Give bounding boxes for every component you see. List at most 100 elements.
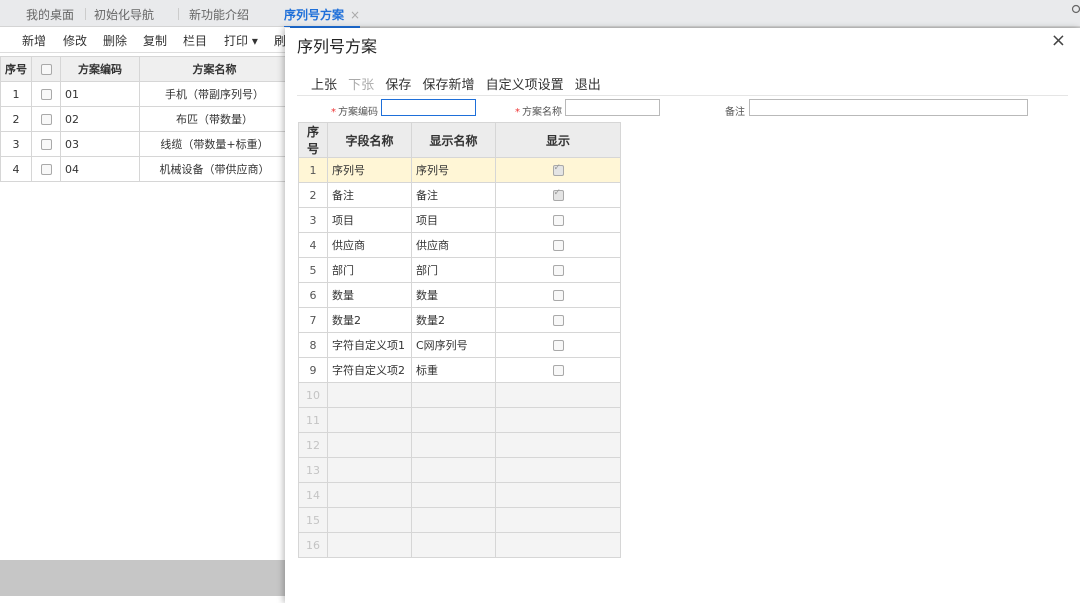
table-row[interactable]: 1 序列号 序列号 [298, 157, 621, 183]
scheme-name-input[interactable] [565, 99, 660, 116]
prev-record-button[interactable]: 上张 [311, 78, 337, 93]
row-display-name[interactable]: 项目 [411, 207, 496, 233]
custom-fields-button[interactable]: 自定义项设置 [486, 78, 564, 93]
row-field-name[interactable]: 项目 [327, 207, 412, 233]
row-checkbox[interactable] [40, 164, 52, 175]
delete-button[interactable]: 删除 [103, 32, 127, 49]
row-display-name[interactable]: 标重 [411, 357, 496, 383]
row-display-name[interactable] [411, 382, 496, 408]
row-show[interactable] [495, 457, 621, 483]
empty-row[interactable]: 14 [298, 482, 621, 508]
tab-init-nav[interactable]: 初始化导航 [94, 6, 154, 23]
row-field-name[interactable]: 数量 [327, 282, 412, 308]
row-show[interactable] [495, 507, 621, 533]
add-button[interactable]: 新增 [22, 32, 46, 49]
table-row[interactable]: 2 备注 备注 [298, 182, 621, 208]
row-display-name[interactable]: C网序列号 [411, 332, 496, 358]
table-row[interactable]: 3 项目 项目 [298, 207, 621, 233]
row-field-name[interactable]: 序列号 [327, 157, 412, 183]
show-checkbox[interactable] [552, 365, 564, 376]
close-tab-icon[interactable]: × [350, 8, 360, 22]
columns-button[interactable]: 栏目 [183, 32, 207, 49]
table-row[interactable]: 1 01 手机（带副序列号） [0, 81, 290, 107]
search-icon[interactable] [1070, 4, 1080, 19]
empty-row[interactable]: 11 [298, 407, 621, 433]
row-field-name[interactable]: 备注 [327, 182, 412, 208]
row-display-name[interactable]: 部门 [411, 257, 496, 283]
row-code: 02 [60, 106, 140, 132]
table-row[interactable]: 4 04 机械设备（带供应商） [0, 156, 290, 182]
row-field-name[interactable] [327, 532, 412, 558]
row-show[interactable] [495, 382, 621, 408]
row-checkbox[interactable] [40, 89, 52, 100]
row-display-name[interactable]: 数量2 [411, 307, 496, 333]
tab-serial-scheme[interactable]: 序列号方案 × [284, 6, 361, 28]
save-button[interactable]: 保存 [385, 78, 411, 93]
row-display-name[interactable] [411, 482, 496, 508]
row-field-name[interactable] [327, 432, 412, 458]
scheme-code-input[interactable] [381, 99, 476, 116]
row-show[interactable] [495, 532, 621, 558]
row-field-name[interactable]: 字符自定义项2 [327, 357, 412, 383]
col-header-code[interactable]: 方案编码 [60, 56, 140, 82]
note-input[interactable] [749, 99, 1028, 116]
edit-button[interactable]: 修改 [63, 32, 87, 49]
row-display-name[interactable] [411, 432, 496, 458]
empty-row[interactable]: 15 [298, 507, 621, 533]
table-row[interactable]: 9 字符自定义项2 标重 [298, 357, 621, 383]
row-show [495, 282, 621, 308]
row-field-name[interactable] [327, 457, 412, 483]
show-checkbox[interactable] [552, 315, 564, 326]
table-row[interactable]: 2 02 布匹（带数量） [0, 106, 290, 132]
row-field-name[interactable] [327, 407, 412, 433]
row-field-name[interactable] [327, 382, 412, 408]
save-and-new-button[interactable]: 保存新增 [422, 78, 474, 93]
row-checkbox[interactable] [40, 114, 52, 125]
table-row[interactable]: 4 供应商 供应商 [298, 232, 621, 258]
show-checkbox[interactable] [552, 188, 564, 201]
table-row[interactable]: 5 部门 部门 [298, 257, 621, 283]
next-record-button[interactable]: 下张 [348, 78, 374, 93]
show-checkbox[interactable] [552, 215, 564, 226]
table-row[interactable]: 3 03 线缆（带数量+标重） [0, 131, 290, 157]
row-field-name[interactable]: 部门 [327, 257, 412, 283]
row-display-name[interactable]: 序列号 [411, 157, 496, 183]
tab-new-features[interactable]: 新功能介绍 [189, 6, 249, 23]
row-display-name[interactable]: 数量 [411, 282, 496, 308]
tab-desktop[interactable]: 我的桌面 [26, 6, 74, 23]
table-row[interactable]: 8 字符自定义项1 C网序列号 [298, 332, 621, 358]
row-field-name[interactable]: 供应商 [327, 232, 412, 258]
show-checkbox[interactable] [552, 265, 564, 276]
empty-row[interactable]: 10 [298, 382, 621, 408]
row-field-name[interactable]: 字符自定义项1 [327, 332, 412, 358]
row-show[interactable] [495, 432, 621, 458]
show-checkbox[interactable] [552, 163, 564, 176]
row-field-name[interactable]: 数量2 [327, 307, 412, 333]
table-row[interactable]: 6 数量 数量 [298, 282, 621, 308]
row-display-name[interactable] [411, 507, 496, 533]
show-checkbox[interactable] [552, 340, 564, 351]
row-checkbox[interactable] [40, 139, 52, 150]
row-show[interactable] [495, 482, 621, 508]
col-header-name[interactable]: 方案名称 [139, 56, 290, 82]
exit-button[interactable]: 退出 [575, 78, 601, 93]
empty-row[interactable]: 16 [298, 532, 621, 558]
row-display-name[interactable] [411, 407, 496, 433]
row-display-name[interactable] [411, 457, 496, 483]
table-row[interactable]: 7 数量2 数量2 [298, 307, 621, 333]
row-show[interactable] [495, 407, 621, 433]
empty-row[interactable]: 13 [298, 457, 621, 483]
show-checkbox[interactable] [552, 290, 564, 301]
row-display-name[interactable]: 备注 [411, 182, 496, 208]
select-all-checkbox[interactable] [40, 64, 52, 75]
print-button[interactable]: 打印 ▾ [224, 32, 258, 49]
row-field-name[interactable] [327, 482, 412, 508]
row-display-name[interactable] [411, 532, 496, 558]
show-checkbox[interactable] [552, 240, 564, 251]
empty-row[interactable]: 12 [298, 432, 621, 458]
close-icon[interactable]: × [1051, 30, 1066, 51]
row-display-name[interactable]: 供应商 [411, 232, 496, 258]
row-field-name[interactable] [327, 507, 412, 533]
row-show [495, 357, 621, 383]
copy-button[interactable]: 复制 [143, 32, 167, 49]
